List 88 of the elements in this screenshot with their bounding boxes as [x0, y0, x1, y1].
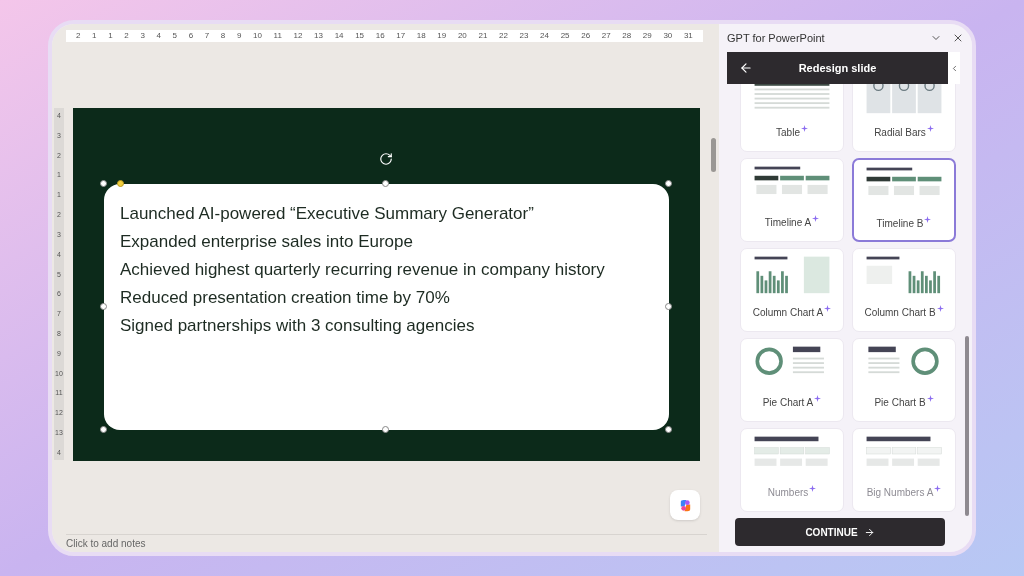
- slide-text-line: Reduced presentation creation time by 70%: [120, 287, 450, 309]
- ruler-number: 27: [601, 32, 611, 40]
- resize-handle[interactable]: [382, 426, 389, 433]
- ruler-number: 23: [519, 32, 529, 40]
- layout-card[interactable]: Pie Chart A: [740, 338, 844, 422]
- resize-handle[interactable]: [665, 180, 672, 187]
- resize-handle[interactable]: [100, 180, 107, 187]
- ruler-number: 31: [683, 32, 693, 40]
- layout-label: Timeline B: [876, 217, 924, 231]
- ruler-number: 17: [396, 32, 406, 40]
- layout-label: Column Chart B: [864, 306, 936, 320]
- layout-card[interactable]: Column Chart B: [852, 248, 956, 332]
- ruler-number: 20: [457, 32, 467, 40]
- sparkle-icon: [800, 125, 808, 132]
- ruler-number: 24: [540, 32, 549, 40]
- slide-text-line: Signed partnerships with 3 consulting agencies: [120, 315, 475, 337]
- sparkle-icon: [809, 485, 817, 492]
- ruler-number: 1: [92, 32, 97, 40]
- back-icon[interactable]: [739, 61, 753, 75]
- close-icon[interactable]: [952, 32, 964, 44]
- ruler-number: 10: [253, 32, 262, 40]
- ruler-number: 12: [293, 32, 303, 40]
- ruler-number: 13: [314, 32, 323, 40]
- layout-card[interactable]: Timeline A: [740, 158, 844, 242]
- ruler-number: 14: [334, 32, 344, 40]
- layout-card[interactable]: Radial Bars: [852, 84, 956, 152]
- layout-label: Radial Bars: [874, 126, 926, 140]
- adjust-handle[interactable]: [117, 180, 124, 187]
- rotate-icon[interactable]: [379, 152, 393, 166]
- ruler-number: 8: [220, 32, 226, 40]
- ruler-number: 15: [355, 32, 365, 40]
- ruler-number: 21: [478, 32, 488, 40]
- layout-label: Timeline A: [764, 216, 812, 230]
- layout-label: Pie Chart A: [762, 396, 814, 410]
- layout-card[interactable]: Numbers: [740, 428, 844, 512]
- resize-handle[interactable]: [665, 303, 672, 310]
- ruler-number: 1: [108, 32, 113, 40]
- ruler-number: 25: [560, 32, 570, 40]
- layout-card[interactable]: Column Chart A: [740, 248, 844, 332]
- sparkle-icon: [934, 485, 942, 492]
- sparkle-icon: [924, 216, 932, 223]
- ruler-number: 9: [236, 32, 242, 40]
- layout-label: Numbers: [767, 486, 809, 500]
- header-title: Redesign slide: [797, 60, 878, 76]
- ruler-number: 2: [124, 32, 129, 40]
- ruler-number: 2: [76, 32, 81, 40]
- slide-text-line: Expanded enterprise sales into Europe: [120, 231, 413, 253]
- slide-text-line: Achieved highest quarterly recurring revenue in company history: [120, 259, 605, 281]
- ruler-number: 29: [642, 32, 652, 40]
- ruler-number: 18: [416, 32, 426, 40]
- ruler-number: 3: [140, 32, 145, 40]
- resize-handle[interactable]: [100, 426, 107, 433]
- notes-placeholder[interactable]: Click to add notes: [66, 536, 146, 551]
- layout-card[interactable]: Pie Chart B: [852, 338, 956, 422]
- layout-card[interactable]: Table: [740, 84, 844, 152]
- ruler-number: 19: [437, 32, 447, 40]
- layout-label: Big Numbers A: [866, 486, 934, 500]
- ruler-number: 26: [581, 32, 591, 40]
- arrow-right-icon: [863, 526, 875, 538]
- resize-handle[interactable]: [100, 303, 107, 310]
- sparkle-icon: [936, 305, 944, 312]
- sparkle-icon: [814, 395, 822, 402]
- ruler-number: 6: [188, 32, 194, 40]
- slide-text-line: Launched AI-powered “Executive Summary Generator”: [120, 203, 534, 225]
- ruler-number: 16: [375, 32, 385, 40]
- copilot-button[interactable]: [670, 490, 700, 520]
- ruler-number: 11: [273, 32, 282, 40]
- layout-label: Table: [776, 126, 800, 140]
- layout-label: Pie Chart B: [874, 396, 926, 410]
- resize-handle[interactable]: [382, 180, 389, 187]
- ruler-number: 4: [156, 32, 161, 40]
- scrollbar-thumb[interactable]: [710, 138, 716, 172]
- scrollbar-thumb[interactable]: [965, 336, 969, 516]
- ruler-number: 5: [172, 32, 177, 40]
- ruler-number: 30: [663, 32, 673, 40]
- sparkle-icon: [824, 305, 832, 312]
- ruler-number: 7: [204, 32, 210, 40]
- continue-button[interactable]: CONTINUE: [735, 518, 945, 546]
- layout-card[interactable]: Big Numbers A: [852, 428, 956, 512]
- ruler-number: 28: [622, 32, 632, 40]
- ruler-number: 22: [499, 32, 508, 40]
- pane-title: GPT for PowerPoint: [727, 30, 826, 46]
- layout-label: Column Chart A: [752, 306, 824, 320]
- sparkle-icon: [926, 125, 934, 132]
- sparkle-icon: [812, 215, 820, 222]
- resize-handle[interactable]: [665, 426, 672, 433]
- layout-card[interactable]: Timeline B: [852, 158, 956, 242]
- sparkle-icon: [926, 395, 934, 402]
